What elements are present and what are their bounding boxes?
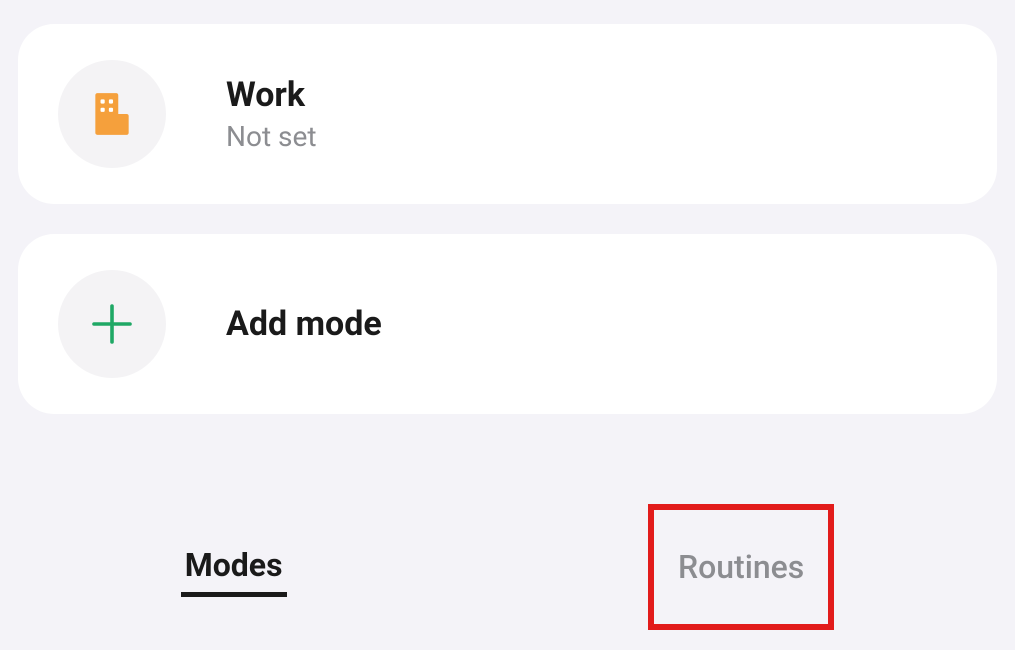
work-mode-title: Work [226,75,317,116]
add-mode-card[interactable]: Add mode [18,234,997,414]
building-icon [87,89,137,139]
add-mode-title: Add mode [226,304,382,344]
bottom-tabs: Modes Routines [0,444,1015,650]
routines-highlight-box: Routines [648,504,834,630]
work-icon-circle [58,60,166,168]
tab-modes[interactable]: Modes [181,538,287,597]
work-mode-subtitle: Not set [226,120,317,153]
add-mode-content: Add mode [226,304,382,344]
work-mode-card[interactable]: Work Not set [18,24,997,204]
plus-icon [88,300,136,348]
tab-routines[interactable]: Routines [674,540,808,594]
add-icon-circle [58,270,166,378]
work-mode-content: Work Not set [226,75,317,153]
